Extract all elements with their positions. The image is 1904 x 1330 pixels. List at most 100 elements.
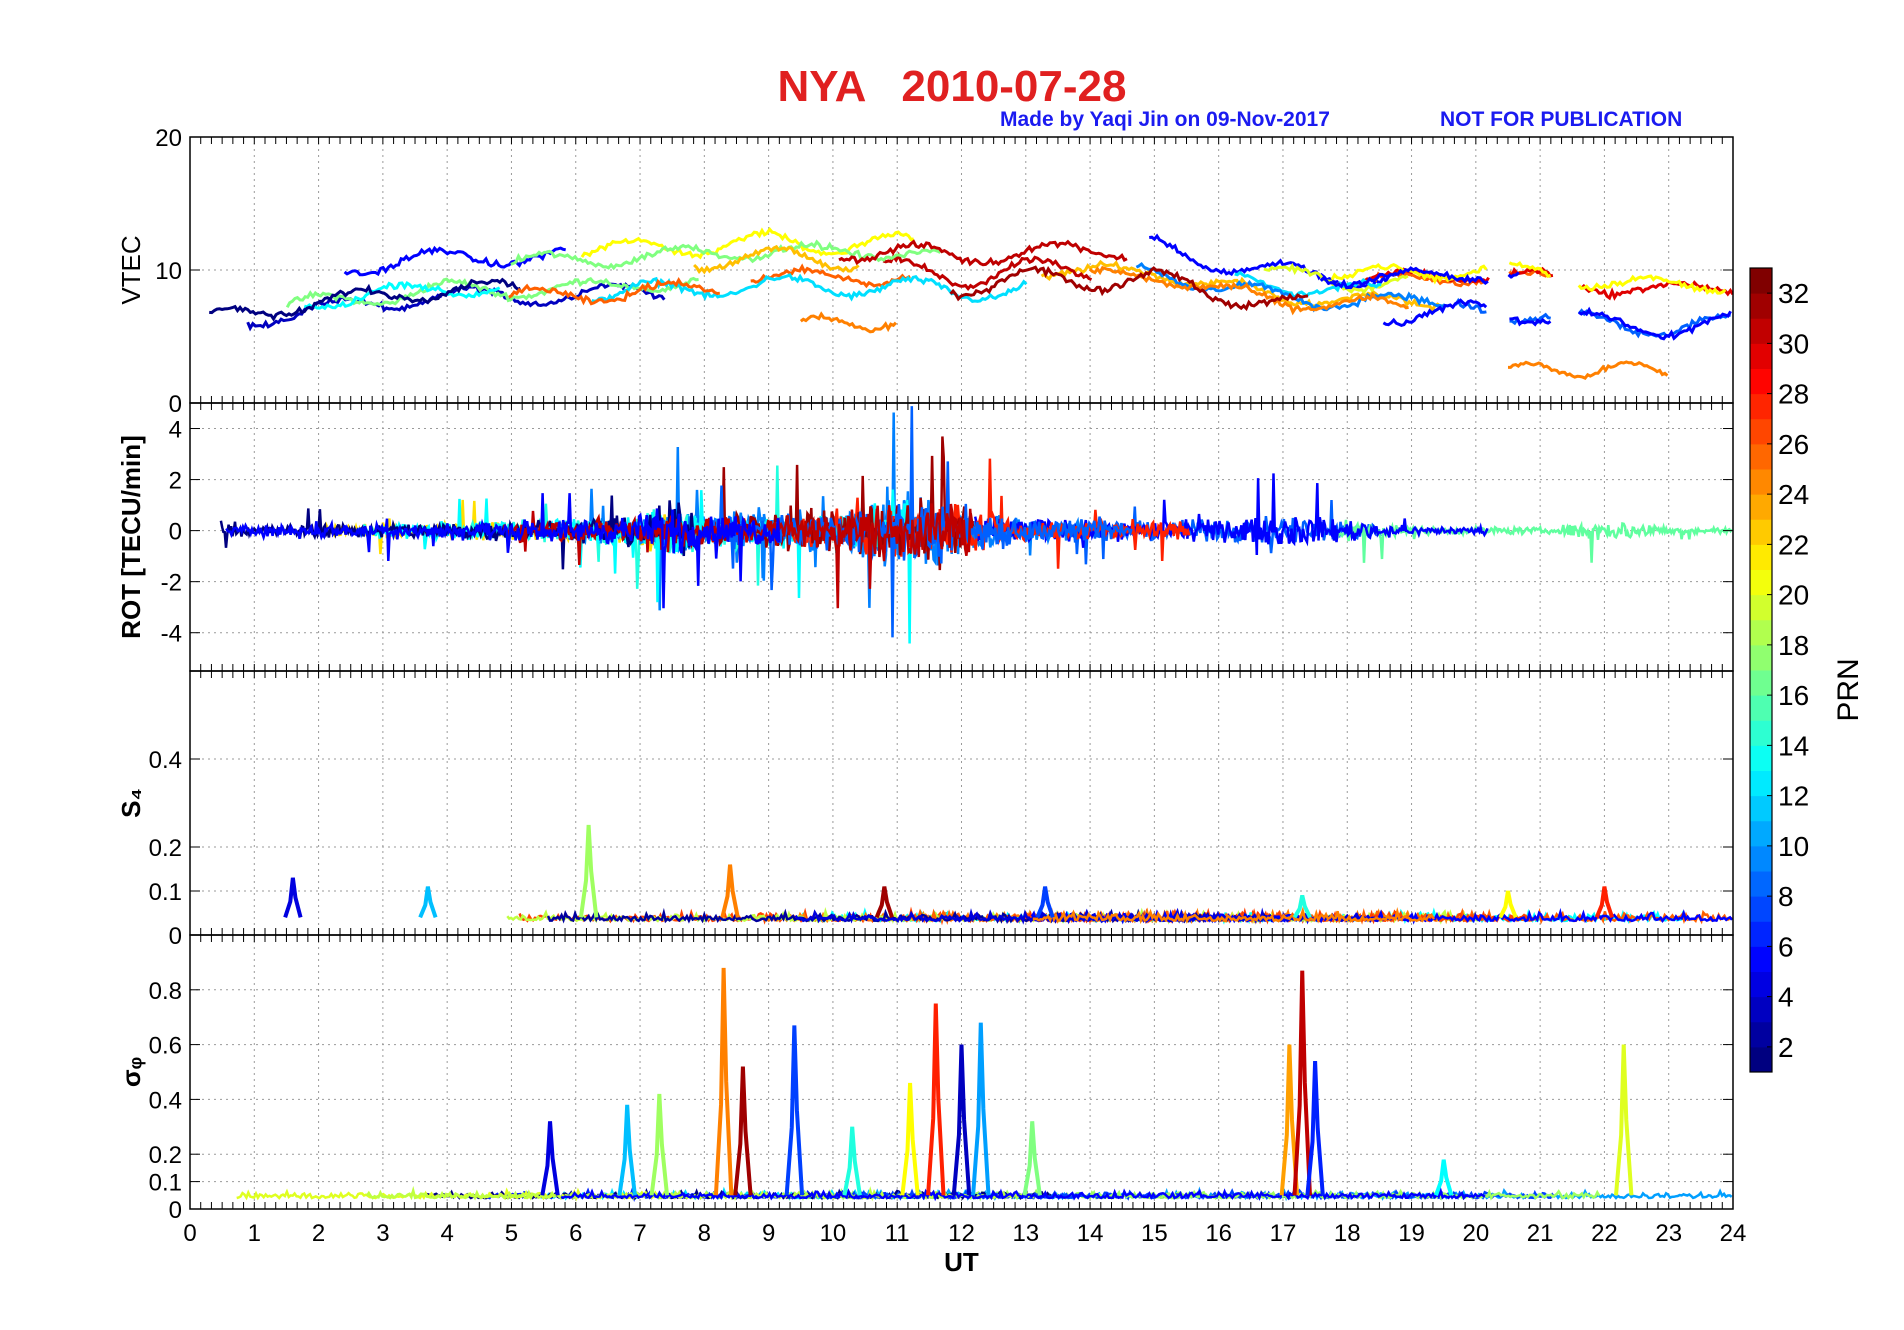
vtec-trace [1578,306,1732,341]
credit-text: Made by Yaqi Jin on 09-Nov-2017 [1000,108,1330,131]
x-tick-label: 18 [1334,1220,1361,1247]
colorbar-cell [1750,494,1772,520]
x-tick-label: 12 [948,1220,975,1247]
colorbar-tick-label: 14 [1778,730,1809,761]
x-tick-label: 11 [885,1220,910,1247]
x-tick-label: 2 [312,1220,325,1247]
x-tick-label: 14 [1077,1220,1104,1247]
colorbar-cell [1750,519,1772,545]
colorbar-tick-label: 10 [1778,831,1809,862]
panel-sigma_phi: 00.10.20.40.60.8σᵩ0 1 2 3 4 5 6 7 8 9 10 11 12 13 14 15… [116,934,1747,1277]
vtec-trace-low [1508,360,1669,381]
colorbar-tick-label: 8 [1778,881,1794,912]
colorbar-cell [1750,569,1772,596]
sigma_phi-spike [1434,1159,1454,1196]
x-tick-label: 24 [1720,1220,1747,1247]
colorbar-tick-label: 16 [1778,680,1809,711]
y-tick-label: 0.4 [149,747,182,774]
sigma_phi-spike [1613,1044,1634,1196]
x-tick-label: 4 [440,1220,453,1247]
vtec-trace [1577,274,1727,295]
x-tick-label: 10 [820,1220,847,1247]
vtec-trace [343,245,566,277]
colorbar-cell [1750,896,1772,922]
y-tick-label: 0.1 [149,1170,182,1197]
sigma_phi-spike [1022,1121,1042,1196]
colorbar-cell [1750,996,1772,1023]
x-tick-label: 8 [698,1220,711,1247]
sigma_phi-spike [784,1025,805,1196]
sigma_phi-spike [1292,970,1312,1196]
y-tick-label: 20 [155,125,182,152]
chart-title: NYA 2010-07-28 [777,62,1127,111]
y-tick-label: -4 [161,621,182,648]
colorbar-tick-label: 4 [1778,982,1794,1013]
colorbar-cell [1750,619,1772,646]
data-layer-s4 [283,824,1733,926]
vtec-trace [838,239,1128,267]
data-layer-vtec [209,226,1733,381]
colorbar-cell [1750,795,1772,822]
colorbar-cell [1750,469,1772,495]
x-axis-label: UT [944,1247,979,1277]
y-tick-label: 4 [169,417,182,444]
colorbar-cell [1750,318,1772,344]
sigma_phi-spike [649,1093,670,1196]
s4-spike [1498,890,1518,919]
x-tick-label: 5 [505,1220,518,1247]
colorbar-cell [1750,293,1772,319]
colorbar-cell [1750,946,1772,972]
colorbar-cell [1750,871,1772,897]
colorbar-cell [1750,418,1772,445]
y-tick-label: 0.2 [149,1142,182,1169]
colorbar-cell [1750,544,1772,570]
y-tick-label: 0 [169,1197,182,1224]
sigma_phi-spike [713,967,734,1196]
colorbar: 2468101214161820222426283032PRN [1749,267,1865,1073]
sigma_phi-spike [617,1104,637,1196]
figure: 01020VTEC-4-2024ROT [TECU/min]00.10.20.4… [116,125,1865,1277]
colorbar-tick-label: 24 [1778,479,1809,510]
colorbar-tick-label: 26 [1778,429,1809,460]
x-tick-label: 16 [1205,1220,1232,1247]
y-tick-label: 0.2 [149,835,182,862]
x-tick-label: 17 [1270,1220,1297,1247]
colorbar-cell [1750,368,1772,395]
rot-trace [1335,519,1733,563]
x-tick-label: 15 [1141,1220,1168,1247]
vtec-trace [580,226,915,260]
x-tick-label: 13 [1012,1220,1039,1247]
y-tick-label: 0.8 [149,978,182,1005]
colorbar-tick-label: 28 [1778,379,1809,410]
s4-spike [418,886,438,919]
y-tick-label: -2 [161,570,182,597]
y-tick-label: 0 [169,923,182,950]
colorbar-cell [1750,343,1772,369]
vtec-trace-low [799,311,897,334]
panel-rot: -4 -2 0 2 4 ROT [TECU/min] [116,402,1734,672]
colorbar-tick-label: 32 [1778,278,1809,309]
sigma_phi-spike [540,1121,560,1196]
colorbar-tick-label: 18 [1778,630,1809,661]
panel-vtec: 0 10 20 VTEC [116,125,1734,418]
y-tick-label: 10 [155,258,182,285]
sigma_phi-spike [1305,1060,1325,1196]
y-tick-label: 0.4 [149,1087,182,1114]
colorbar-cell [1750,720,1772,746]
sigma_phi-spike [971,1022,991,1196]
colorbar-cell [1750,695,1772,721]
y-tick-label: 2 [169,468,182,495]
colorbar-tick-label: 30 [1778,328,1809,359]
y-axis-label: VTEC [116,235,146,304]
x-tick-label: 7 [633,1220,646,1247]
colorbar-cell [1750,1021,1772,1048]
x-tick-label: 20 [1462,1220,1489,1247]
panel-s4: 0 0.1 0.2 0.4S₄ [116,670,1734,950]
x-tick-label: 6 [569,1220,582,1247]
publication-notice: NOT FOR PUBLICATION [1440,108,1683,131]
x-tick-label: 9 [762,1220,775,1247]
y-tick-label: 0.1 [149,879,182,906]
colorbar-cell [1750,1046,1772,1073]
x-tick-label: 0 [183,1220,196,1247]
data-layer-sigma_phi [236,967,1733,1203]
